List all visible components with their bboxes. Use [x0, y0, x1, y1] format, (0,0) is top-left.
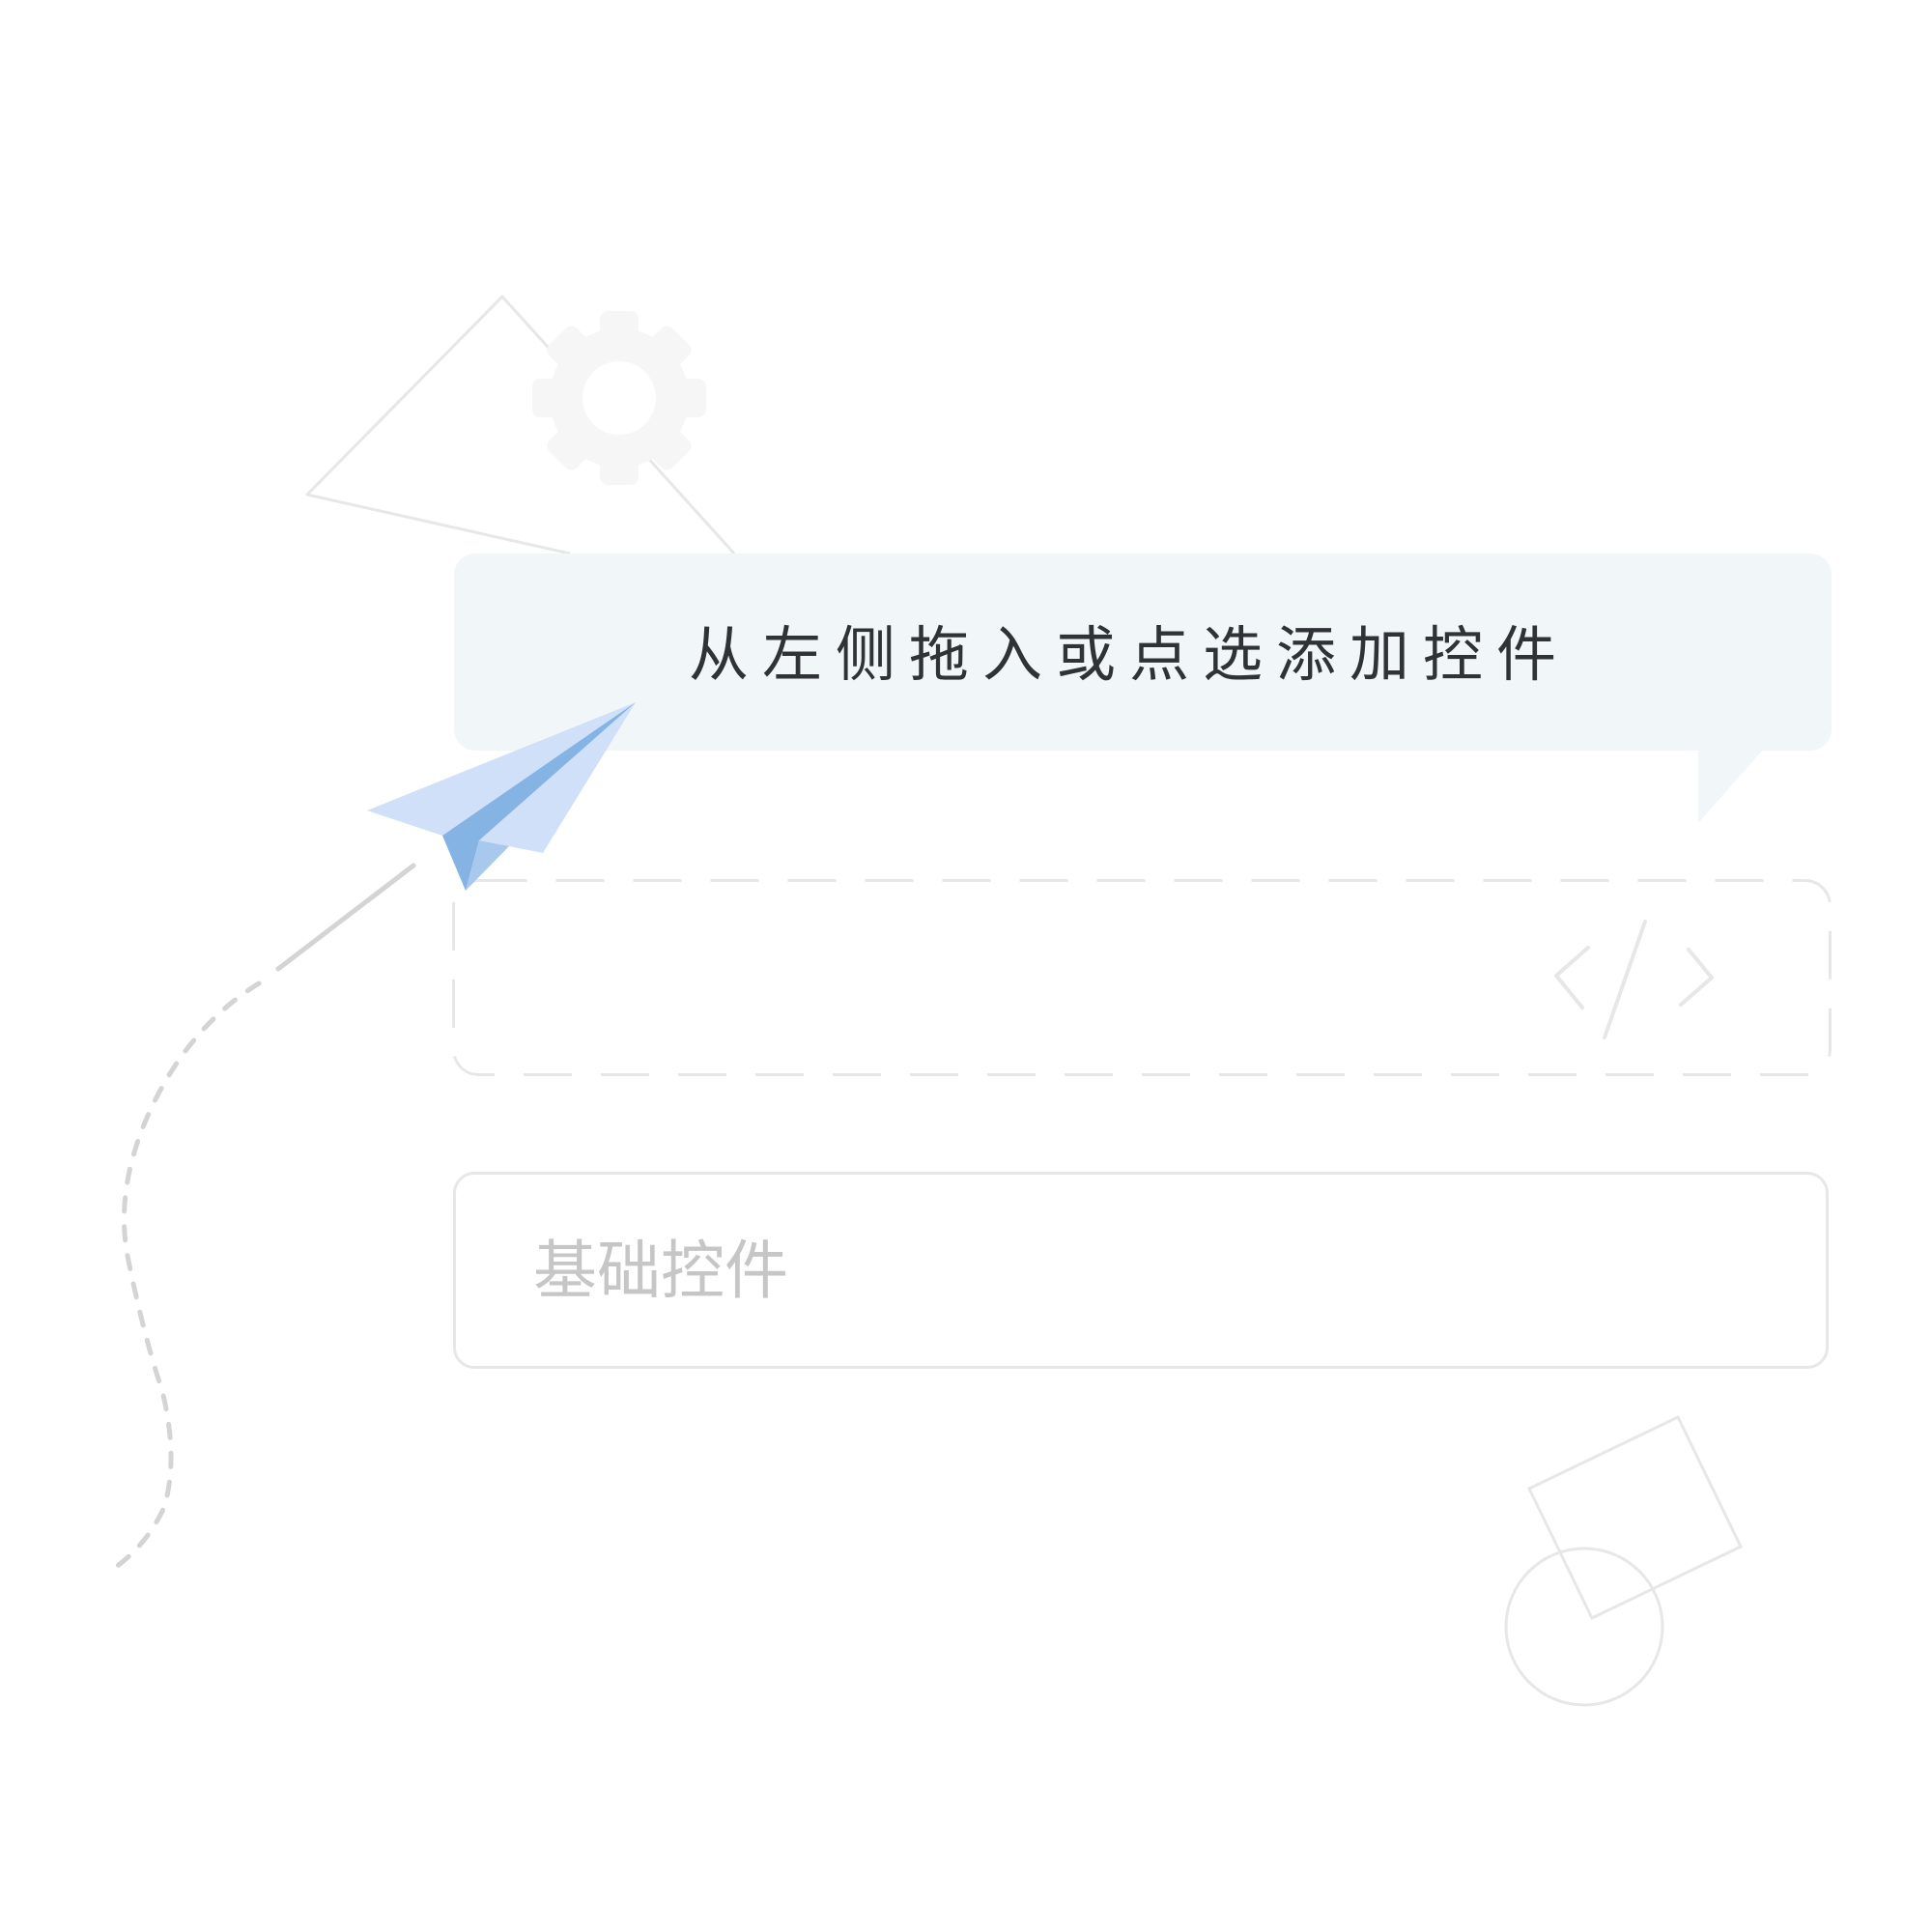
paper-plane-icon — [367, 702, 636, 891]
empty-canvas-illustration: 从左侧拖入或点选添加控件 基础控件 — [0, 0, 1932, 1932]
